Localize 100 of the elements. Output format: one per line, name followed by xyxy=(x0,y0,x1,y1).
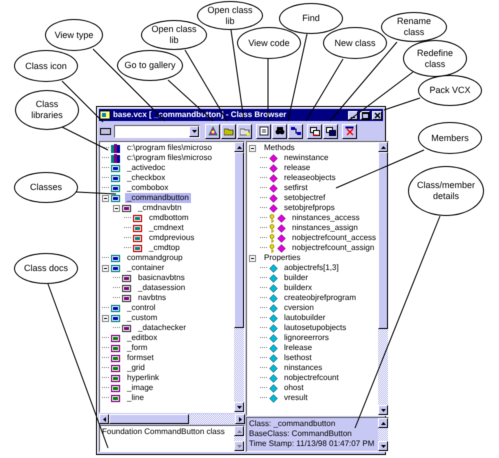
scroll-left-button[interactable] xyxy=(99,414,109,424)
member-item[interactable]: lautobuilder xyxy=(282,313,328,323)
class-item[interactable]: cmdbottom xyxy=(147,213,191,223)
class-item[interactable]: _cmdnext xyxy=(147,223,186,233)
member-item[interactable]: createobjrefprogram xyxy=(282,293,358,303)
member-item[interactable]: builder xyxy=(282,273,310,283)
class-icon xyxy=(111,354,121,362)
class-item[interactable]: _line xyxy=(125,393,146,403)
maximize-button[interactable] xyxy=(360,110,370,120)
class-item[interactable]: _form xyxy=(125,343,150,353)
member-item[interactable]: lautosetupobjects xyxy=(282,323,348,333)
member-item[interactable]: aobjectrefs[1,3] xyxy=(282,263,341,273)
member-item[interactable]: nobjectrefcount_access xyxy=(290,233,378,243)
scrollbar-thumb[interactable] xyxy=(109,414,190,424)
minimize-button[interactable] xyxy=(348,110,358,120)
up-arrow-icon xyxy=(380,422,386,424)
scroll-right-button[interactable] xyxy=(235,414,245,424)
member-item[interactable]: newinstance xyxy=(282,153,330,163)
member-item[interactable]: ninstances xyxy=(282,363,324,373)
member-item[interactable]: lrelease xyxy=(282,343,314,353)
member-item[interactable]: Methods xyxy=(262,143,297,153)
scroll-down-button[interactable] xyxy=(378,441,388,451)
member-item[interactable]: cversion xyxy=(282,303,316,313)
class-item[interactable]: commandgroup xyxy=(125,253,185,263)
binoculars-icon[interactable] xyxy=(272,124,287,138)
callout-bubble: Class libraries xyxy=(15,90,79,130)
member-item[interactable]: builderx xyxy=(282,283,314,293)
member-item[interactable]: ninstances_access xyxy=(290,213,362,223)
class-item[interactable]: _image xyxy=(125,383,156,393)
new-class-icon[interactable] xyxy=(288,124,303,138)
class-icon xyxy=(111,194,121,202)
class-icon xyxy=(122,274,132,282)
left-arrow-icon xyxy=(102,416,106,422)
class-item[interactable]: cmdprevious xyxy=(147,233,196,243)
scrollbar-track[interactable] xyxy=(234,436,244,441)
class-item[interactable]: _custom xyxy=(125,313,160,323)
scrollbar-thumb[interactable] xyxy=(234,152,244,328)
class-item[interactable]: hyperlink xyxy=(125,373,162,383)
class-icon xyxy=(111,364,121,372)
class-item[interactable]: _combobox xyxy=(125,183,170,193)
member-item[interactable]: ninstances_assign xyxy=(290,223,360,233)
class-item[interactable]: _cmdnavbtn xyxy=(136,203,184,213)
member-item[interactable]: vresult xyxy=(282,393,310,403)
scroll-down-button[interactable] xyxy=(234,402,244,412)
expander-icon[interactable] xyxy=(102,194,109,202)
member-item[interactable]: release xyxy=(282,163,312,173)
class-item[interactable]: c:\program files\microso xyxy=(125,143,214,153)
redefine-icon[interactable] xyxy=(323,124,338,138)
class-icon xyxy=(100,126,111,136)
scroll-up-button[interactable] xyxy=(378,142,388,152)
pack-icon[interactable] xyxy=(342,124,357,138)
class-icon xyxy=(111,184,121,192)
class-icon xyxy=(122,204,132,212)
rename-icon[interactable] xyxy=(307,124,322,138)
member-item[interactable]: lignoreerrors xyxy=(282,333,331,343)
scrollbar-thumb[interactable] xyxy=(378,152,388,330)
detail-line: Time Stamp: 11/13/98 01:47:07 PM xyxy=(249,439,376,449)
scroll-up-button[interactable] xyxy=(234,426,244,436)
open-folder-icon[interactable] xyxy=(237,124,252,138)
class-item[interactable]: _checkbox xyxy=(125,173,168,183)
callout-bubble: Go to gallery xyxy=(117,50,183,81)
class-item[interactable]: _activedoc xyxy=(125,163,168,173)
member-item[interactable]: setobjrefprops xyxy=(282,203,337,213)
gallery-icon[interactable] xyxy=(205,124,220,138)
code-view-icon[interactable] xyxy=(256,124,271,138)
member-item[interactable]: releaseobjects xyxy=(282,173,338,183)
class-item[interactable]: _editbox xyxy=(125,333,160,343)
member-item[interactable]: nobjectrefcount xyxy=(282,373,341,383)
class-item[interactable]: _control xyxy=(125,303,158,313)
scroll-down-button[interactable] xyxy=(378,405,388,415)
scroll-up-button[interactable] xyxy=(234,142,244,152)
expander-icon[interactable] xyxy=(249,144,256,152)
class-item[interactable]: _grid xyxy=(125,363,147,373)
class-item[interactable]: basicnavbtns xyxy=(136,273,187,283)
class-item[interactable]: navbtns xyxy=(136,293,168,303)
member-item[interactable]: setfirst xyxy=(282,183,310,193)
class-item[interactable]: _datachecker xyxy=(136,323,188,333)
member-item[interactable]: lsethost xyxy=(282,353,314,363)
open-folder-icon[interactable] xyxy=(221,124,236,138)
scroll-up-button[interactable] xyxy=(378,418,388,428)
class-item[interactable]: c:\program files\microso xyxy=(125,153,214,163)
scroll-down-button[interactable] xyxy=(234,441,244,451)
close-button[interactable] xyxy=(372,110,382,120)
member-item[interactable]: nobjectrefcount_assign xyxy=(290,243,376,253)
member-item[interactable]: ohost xyxy=(282,383,306,393)
class-item[interactable]: _container xyxy=(125,263,166,273)
class-item[interactable]: _commandbutton xyxy=(125,193,191,203)
expander-icon[interactable] xyxy=(113,204,120,212)
member-item[interactable]: Properties xyxy=(262,253,302,263)
class-type-dropdown[interactable] xyxy=(114,124,200,138)
class-item[interactable]: _datasession xyxy=(136,283,188,293)
class-icon xyxy=(111,314,121,322)
class-icon xyxy=(122,294,132,302)
member-item[interactable]: setobjectref xyxy=(282,193,328,203)
expander-icon[interactable] xyxy=(102,314,109,322)
down-arrow-icon xyxy=(236,444,242,448)
class-item[interactable]: formset xyxy=(125,353,156,363)
expander-icon[interactable] xyxy=(249,254,256,262)
class-item[interactable]: _cmdtop xyxy=(147,243,182,253)
expander-icon[interactable] xyxy=(102,264,109,272)
